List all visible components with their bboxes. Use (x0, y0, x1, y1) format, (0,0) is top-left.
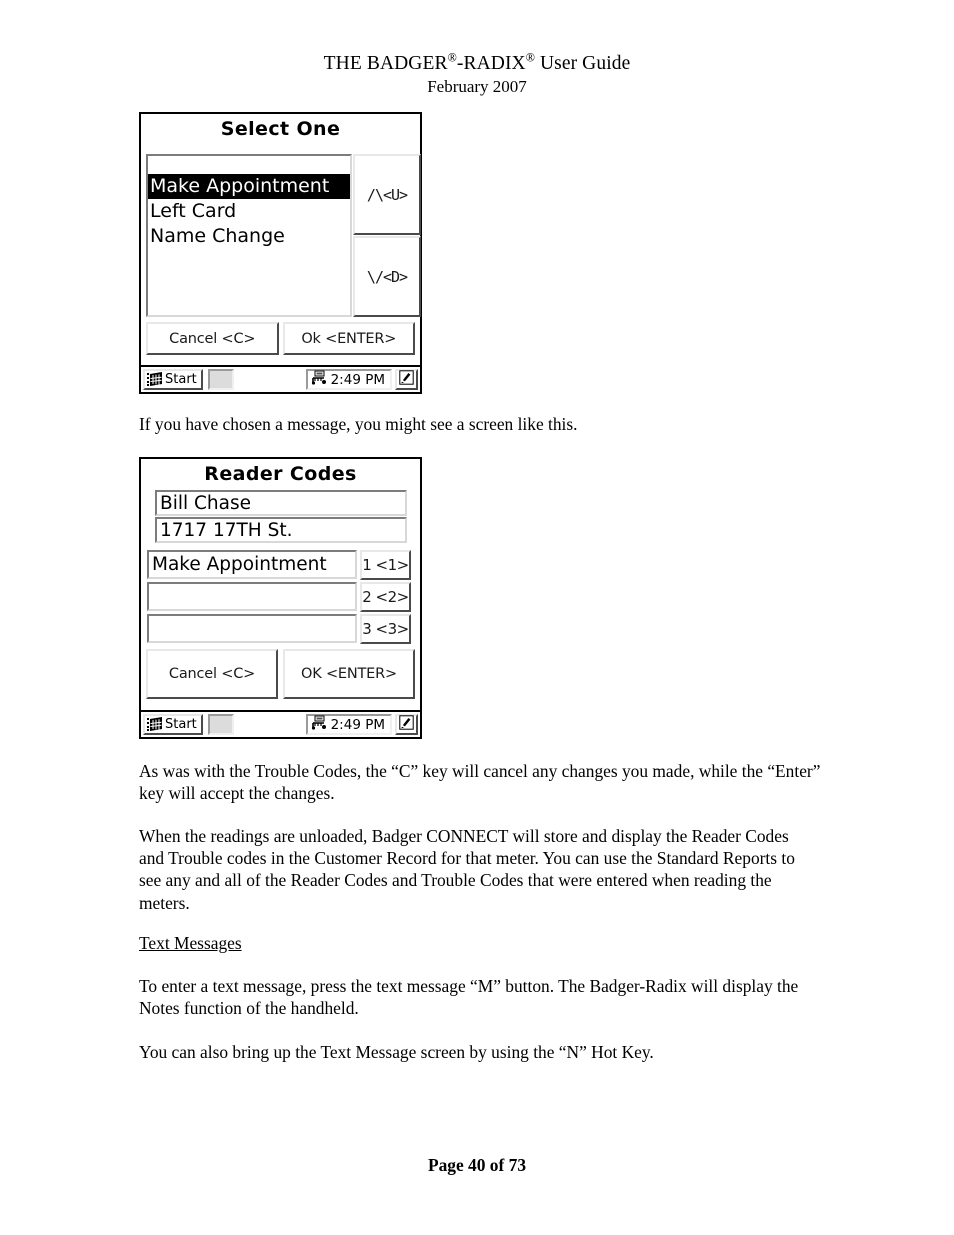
scroll-down-button[interactable]: \/<D> (353, 236, 421, 317)
dialog-title-reader-codes: Reader Codes (204, 463, 357, 485)
taskbar: Start 2:49 PM (141, 710, 420, 737)
system-tray[interactable]: 2:49 PM (305, 369, 392, 390)
header-title-suffix: User Guide (535, 53, 631, 74)
taskbar-task-slot[interactable] (207, 369, 234, 390)
pen-icon (399, 370, 414, 389)
clock-time: 2:49 PM (330, 716, 385, 733)
start-button-label: Start (165, 717, 197, 732)
screenshot-select-one-dialog: Select One Make Appointment Left Card Na… (139, 112, 422, 394)
system-tray[interactable]: 2:49 PM (305, 714, 392, 735)
document-header: THE BADGER®-RADIX® User Guide February 2… (0, 50, 954, 98)
select-one-action-row: Cancel <C> Ok <ENTER> (146, 322, 415, 355)
select-one-listbox[interactable]: Make Appointment Left Card Name Change (146, 154, 352, 317)
list-item[interactable]: Left Card (148, 199, 350, 224)
reader-code-3-field[interactable] (147, 614, 357, 643)
start-button[interactable]: Start (143, 369, 203, 390)
start-button-label: Start (165, 372, 197, 387)
ok-button[interactable]: OK <ENTER> (283, 649, 415, 699)
reader-code-2-field[interactable] (147, 582, 357, 611)
screenshot-reader-codes-dialog: Reader Codes Bill Chase 1717 17TH St. Ma… (139, 457, 422, 739)
paragraph-trouble-codes: As was with the Trouble Codes, the “C” k… (139, 761, 821, 804)
header-title-prefix: THE BADGER (323, 53, 448, 74)
windows-flag-icon (147, 717, 163, 732)
clock-time: 2:49 PM (330, 371, 385, 388)
registered-mark-icon: ® (447, 50, 457, 65)
cancel-button[interactable]: Cancel <C> (146, 322, 279, 355)
page-footer: Page 40 of 73 (427, 1155, 527, 1175)
header-date: February 2007 (427, 77, 527, 96)
customer-address-field[interactable]: 1717 17TH St. (155, 517, 407, 543)
ok-button[interactable]: Ok <ENTER> (282, 322, 415, 355)
paragraph-text-message: To enter a text message, press the text … (139, 976, 799, 1019)
list-item[interactable]: Make Appointment (148, 174, 350, 199)
reader-code-1-button[interactable]: 1 <1> (360, 550, 411, 580)
paragraph-unloaded-readings: When the readings are unloaded, Badger C… (139, 826, 795, 913)
reader-codes-action-row: Cancel <C> OK <ENTER> (146, 649, 415, 699)
start-button[interactable]: Start (143, 714, 203, 735)
pen-icon (399, 715, 414, 734)
reader-code-1-field[interactable]: Make Appointment (147, 550, 357, 579)
list-item[interactable]: Name Change (148, 224, 350, 249)
stylus-input-button[interactable] (395, 714, 418, 735)
dialog-title-select-one: Select One (220, 118, 341, 140)
section-heading-text-messages: Text Messages (139, 933, 242, 953)
reader-code-3-button[interactable]: 3 <3> (360, 614, 411, 644)
windows-flag-icon (147, 372, 163, 387)
customer-name-field[interactable]: Bill Chase (155, 490, 407, 516)
taskbar: Start 2:49 PM (141, 365, 420, 392)
document-page: THE BADGER®-RADIX® User Guide February 2… (0, 0, 954, 1235)
network-connection-icon (311, 715, 327, 735)
scroll-up-button[interactable]: /\<U> (353, 154, 421, 235)
paragraph-hot-key: You can also bring up the Text Message s… (139, 1042, 654, 1062)
caption-paragraph: If you have chosen a message, you might … (139, 414, 578, 434)
stylus-input-button[interactable] (395, 369, 418, 390)
reader-code-2-button[interactable]: 2 <2> (360, 582, 411, 612)
header-title-line: THE BADGER®-RADIX® User Guide (0, 50, 954, 76)
arrow-down-icon: \/<D> (366, 267, 408, 286)
network-connection-icon (311, 370, 327, 390)
header-title-mid: -RADIX (456, 53, 526, 74)
registered-mark-icon-2: ® (525, 50, 536, 65)
cancel-button[interactable]: Cancel <C> (146, 649, 278, 699)
arrow-up-icon: /\<U> (366, 185, 408, 204)
taskbar-task-slot[interactable] (207, 714, 234, 735)
